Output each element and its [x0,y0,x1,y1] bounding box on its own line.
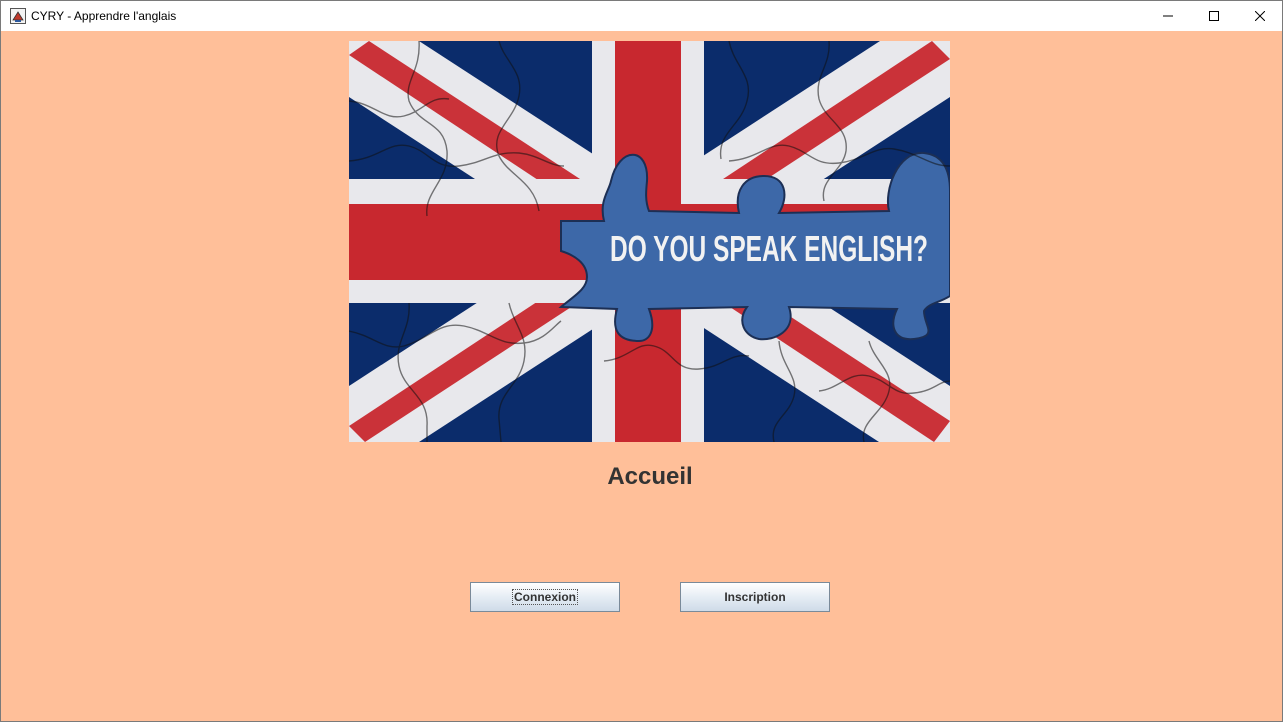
login-button[interactable]: Connexion [470,582,620,612]
title-bar[interactable]: CYRY - Apprendre l'anglais [1,1,1282,31]
app-window: CYRY - Apprendre l'anglais DO YOU SPEAK … [0,0,1283,722]
minimize-button[interactable] [1145,1,1191,31]
union-jack-puzzle-image: DO YOU SPEAK ENGLISH? [349,41,950,442]
login-button-label: Connexion [512,589,578,605]
close-icon [1255,11,1265,21]
page-title: Accueil [607,463,693,490]
maximize-icon [1209,11,1219,21]
minimize-icon [1163,15,1173,17]
signup-button-label: Inscription [724,590,786,604]
hero-caption: DO YOU SPEAK ENGLISH? [610,228,928,269]
close-button[interactable] [1237,1,1283,31]
java-app-icon [10,8,26,24]
maximize-button[interactable] [1191,1,1237,31]
window-title: CYRY - Apprendre l'anglais [31,9,177,23]
signup-button[interactable]: Inscription [680,582,830,612]
